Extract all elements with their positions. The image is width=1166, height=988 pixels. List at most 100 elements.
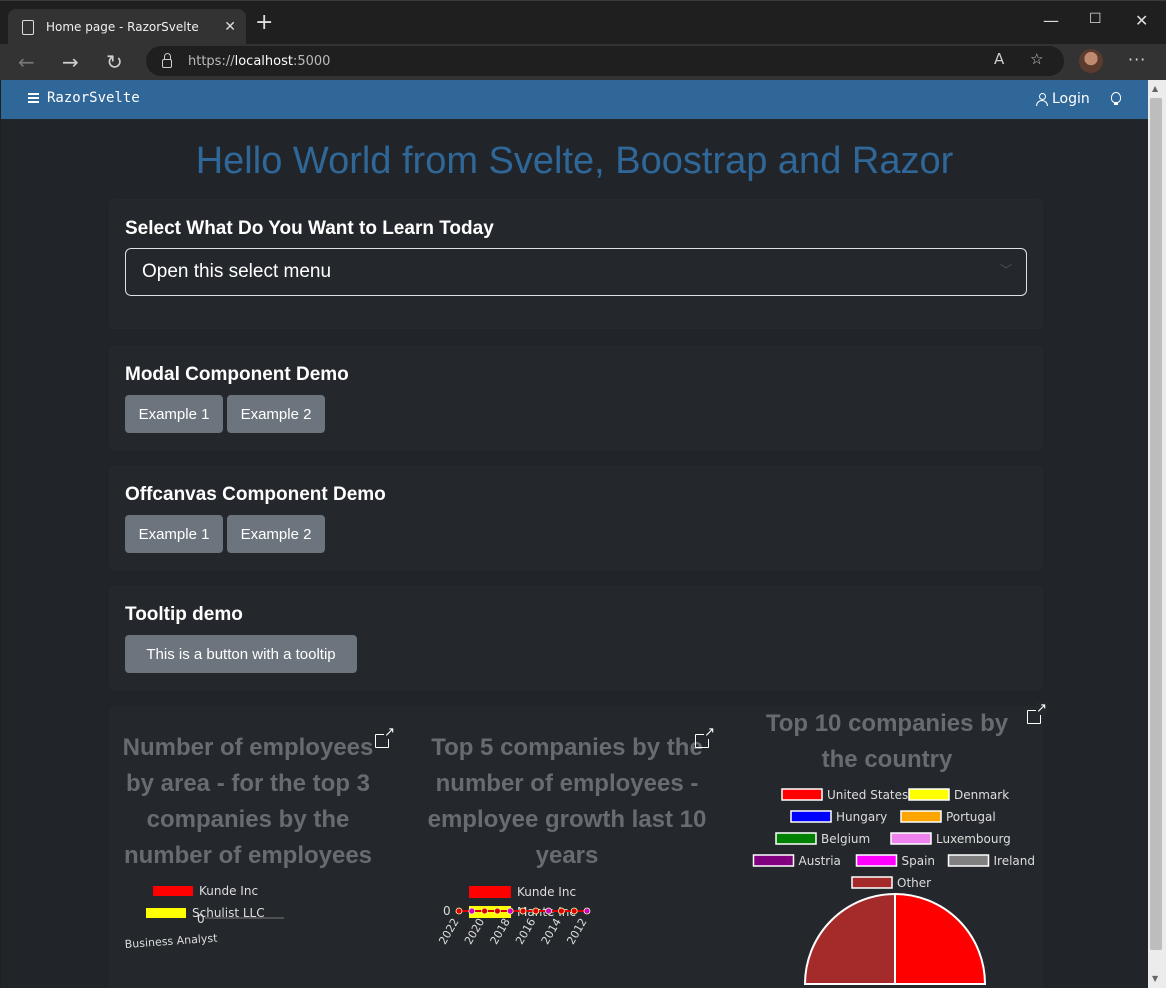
page-scrollbar[interactable]: ▲ ▼ [1148, 80, 1166, 988]
chart3-title: Top 10 companies by the country [765, 710, 1009, 773]
chart3-legend-label: Spain [902, 854, 936, 868]
brand-link[interactable]: RazorSvelte [47, 90, 140, 106]
chart3-slice [803, 892, 896, 985]
scrollbar-thumb[interactable] [1150, 98, 1162, 950]
chart2-title: Top 5 companies by the number of employe… [427, 734, 707, 869]
scroll-up-icon[interactable]: ▲ [1152, 84, 1158, 93]
hamburger-icon[interactable] [28, 93, 39, 103]
offcanvas-example-1-button[interactable]: Example 1 [125, 515, 223, 553]
offcanvas-example-2-button[interactable]: Example 2 [227, 515, 325, 553]
chart3-legend-swatch [851, 876, 893, 889]
login-link[interactable]: Login [1036, 91, 1090, 107]
chart1-svg: Kunde IncSchulist LLC0Business Analyst [124, 884, 284, 951]
login-label: Login [1052, 91, 1090, 107]
chevron-down-icon: ﹀ [999, 263, 1012, 277]
forward-icon[interactable]: → [62, 49, 79, 75]
chart3-legend-swatch [775, 832, 817, 845]
lightbulb-icon[interactable] [1111, 92, 1121, 106]
minimize-icon[interactable]: — [1043, 11, 1059, 30]
tooltip-button[interactable]: This is a button with a tooltip [125, 635, 357, 673]
address-bar[interactable]: https://localhost:5000 [146, 46, 1064, 76]
tooltip-card-title: Tooltip demo [125, 604, 243, 625]
chart1-legend-swatch [153, 886, 193, 896]
url-port: :5000 [292, 53, 331, 69]
chart3-legend-swatch [890, 832, 932, 845]
maximize-icon[interactable]: ☐ [1089, 11, 1102, 27]
chart2-point [468, 907, 476, 915]
external-link-icon[interactable] [695, 726, 715, 748]
modal-example-1-button[interactable]: Example 1 [125, 395, 223, 433]
chart3-legend-label: Luxembourg [936, 832, 1011, 846]
chart3-legend-label: Denmark [954, 788, 1009, 802]
chart1-y-tick: 0 [197, 912, 205, 926]
chart1-title: Number of employees by area - for the to… [122, 734, 374, 869]
scroll-down-icon[interactable]: ▼ [1152, 974, 1158, 983]
chart1-legend-swatch [146, 908, 186, 918]
chart2-point [481, 907, 488, 915]
chart3-legend-swatch [790, 810, 832, 823]
chart3-legend-label: Other [897, 876, 931, 890]
more-options-icon[interactable]: ··· [1128, 50, 1146, 69]
chart2-x-tick: 2012 [564, 916, 589, 947]
external-link-icon[interactable] [375, 726, 395, 748]
chart1-x-tick: Business Analyst [124, 931, 218, 950]
modal-example-2-button[interactable]: Example 2 [227, 395, 325, 433]
profile-avatar[interactable] [1079, 49, 1103, 73]
site-navbar: RazorSvelte Login [1, 80, 1148, 119]
learn-select[interactable]: Open this select menu ﹀ [125, 248, 1027, 296]
chart3-legend-swatch [781, 788, 823, 801]
back-icon[interactable]: ← [18, 49, 35, 75]
browser-toolbar: ← → ↻ https://localhost:5000 A ☆ ··· [0, 44, 1166, 80]
chart2-point [557, 907, 565, 915]
chart2-x-tick: 2016 [513, 916, 538, 947]
chart2-legend-label: Kunde Inc [517, 885, 576, 899]
user-icon [1036, 93, 1048, 106]
chart2-point [494, 907, 501, 915]
chart2-x-tick: 2014 [539, 916, 564, 947]
read-aloud-icon[interactable]: A [994, 50, 1004, 68]
external-link-icon[interactable] [1027, 702, 1047, 724]
lock-icon [162, 52, 172, 68]
refresh-icon[interactable]: ↻ [106, 49, 123, 75]
chart2-point [506, 907, 514, 915]
modal-card: Modal Component Demo Example 1 Example 2 [109, 346, 1043, 450]
modal-card-title: Modal Component Demo [125, 364, 349, 385]
chart3-svg: United States Denmark Hungary Portugal Belgi… [752, 788, 1036, 985]
chart2-x-tick: 2018 [488, 916, 513, 947]
chart2-point [519, 907, 527, 915]
page-title: Hello World from Svelte, Boostrap and Ra… [195, 140, 954, 182]
chart3-legend-label: Ireland [994, 854, 1036, 868]
chart2-x-tick: 2020 [462, 916, 487, 947]
chart3-legend-swatch [908, 788, 950, 801]
favorite-icon[interactable]: ☆ [1030, 50, 1043, 68]
chart3-legend-label: Austria [799, 854, 841, 868]
page-icon [22, 19, 34, 35]
charts-card: Number of employees by area - for the to… [109, 702, 1047, 988]
chart3-legend-label: Belgium [821, 832, 870, 846]
chart2-point [583, 907, 591, 915]
page-viewport: RazorSvelte Login Hello World from Svelt… [1, 80, 1148, 988]
url-host: localhost [234, 53, 293, 69]
tab-close-icon[interactable]: ✕ [224, 19, 236, 35]
learn-select-value: Open this select menu [142, 261, 332, 282]
offcanvas-card-title: Offcanvas Component Demo [125, 484, 386, 505]
chart3-legend-label: United States [827, 788, 908, 802]
chart2-x-tick: 2022 [436, 916, 461, 947]
chart3-legend-swatch [947, 854, 990, 867]
chart2-point [532, 907, 540, 915]
chart2-point [570, 907, 578, 915]
tab-title: Home page - RazorSvelte [46, 20, 199, 34]
tooltip-card: Tooltip demo This is a button with a too… [109, 586, 1043, 690]
chart1-legend-label: Kunde Inc [199, 884, 258, 898]
url-scheme: https:// [188, 53, 235, 69]
browser-titlebar: Home page - RazorSvelte ✕ + — ☐ ✕ [0, 0, 1166, 45]
chart3-legend-swatch [752, 854, 795, 867]
learn-card-title: Select What Do You Want to Learn Today [125, 218, 494, 239]
close-window-icon[interactable]: ✕ [1135, 11, 1148, 30]
chart2-svg: Kunde IncMante Inc0202220202018201620142… [436, 885, 591, 947]
chart3-legend-label: Hungary [836, 810, 887, 824]
chart3-legend-label: Portugal [946, 810, 996, 824]
browser-tab[interactable]: Home page - RazorSvelte ✕ [8, 9, 246, 45]
new-tab-icon[interactable]: + [255, 11, 273, 35]
chart2-point [455, 907, 463, 915]
